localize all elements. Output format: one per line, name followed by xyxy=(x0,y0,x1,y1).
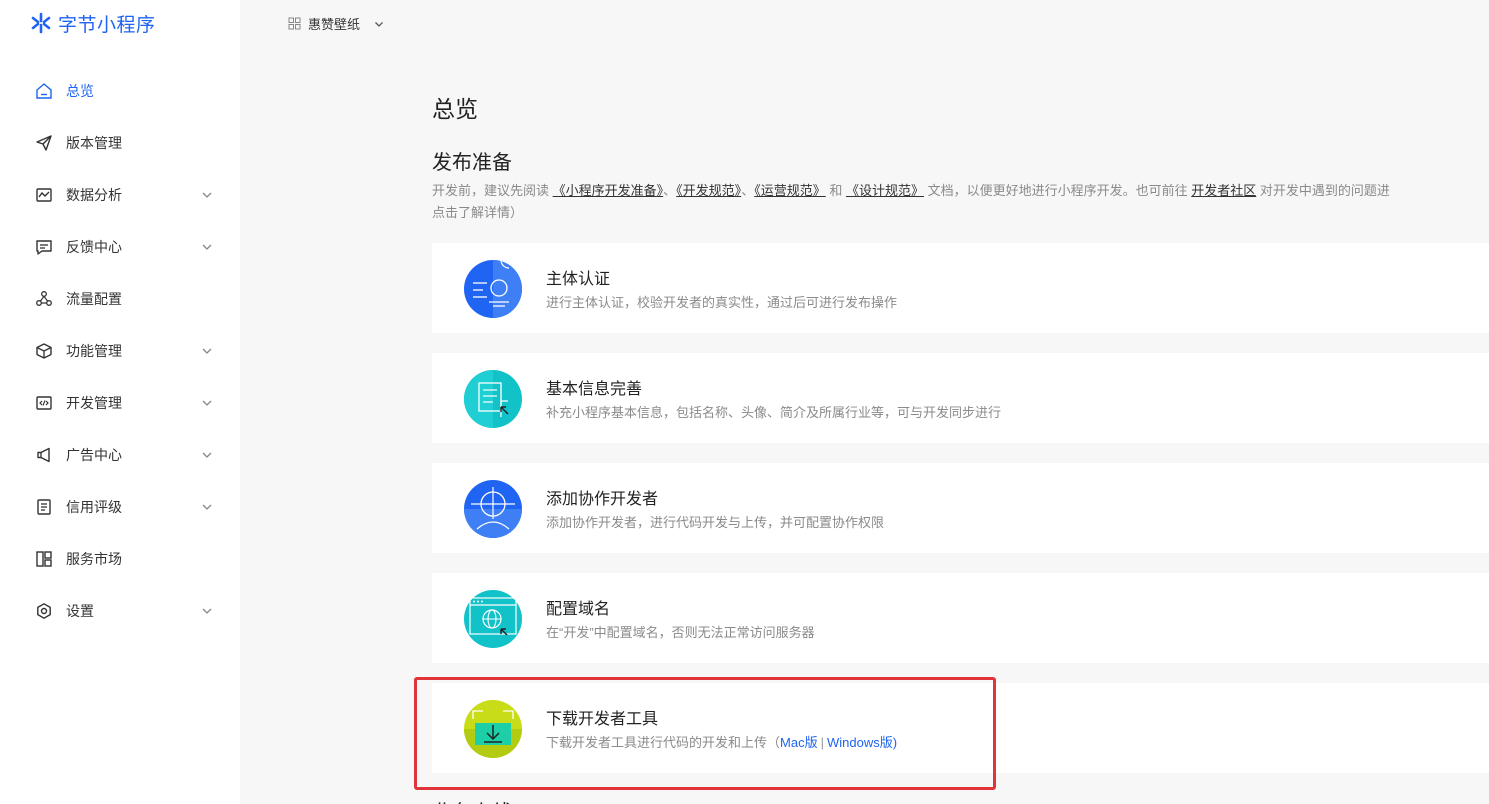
sidebar: 字节小程序 总览 版本管理 数据分析 反馈中心 流量配置 功能管理 开发管理 广… xyxy=(0,0,240,804)
collaborator-icon xyxy=(463,479,523,539)
download-windows-link[interactable]: Windows版 xyxy=(827,735,893,750)
chevron-down-icon xyxy=(375,21,383,27)
intro-text: 开发前，建议先阅读 《小程序开发准备》、《开发规范》、《运营规范》 和 《设计规… xyxy=(432,180,1489,224)
grid-icon xyxy=(34,549,54,569)
chevron-down-icon xyxy=(202,452,212,458)
link-separator: | xyxy=(820,735,824,750)
card-description: 进行主体认证，校验开发者的真实性，通过后可进行发布操作 xyxy=(546,295,898,310)
card-title: 添加协作开发者 xyxy=(546,491,659,508)
intro-text-part: 、 xyxy=(663,183,677,198)
link-dev-spec[interactable]: 《开发规范》 xyxy=(676,183,741,198)
domain-icon xyxy=(463,589,523,649)
megaphone-icon xyxy=(34,445,54,465)
sidebar-item-label: 总览 xyxy=(66,83,94,99)
card-description: 添加协作开发者，进行代码开发与上传，并可配置协作权限 xyxy=(546,515,885,530)
sidebar-item-label: 反馈中心 xyxy=(66,239,122,255)
sidebar-item-label: 服务市场 xyxy=(66,551,122,567)
card-description: 补充小程序基本信息，包括名称、头像、简介及所属行业等，可与开发同步进行 xyxy=(546,405,1002,420)
card-download-devtools[interactable]: 下载开发者工具 下载开发者工具进行代码的开发和上传（Mac版 | Windows版) xyxy=(432,683,1489,773)
sidebar-item-label: 开发管理 xyxy=(66,395,122,411)
sidebar-item-label: 设置 xyxy=(66,603,94,619)
traffic-icon xyxy=(34,289,54,309)
send-icon xyxy=(34,133,54,153)
intro-text-part: 对开发中遇到的问题进 xyxy=(1256,183,1390,198)
sidebar-item-ads[interactable]: 广告中心 xyxy=(34,441,219,469)
section-title: 发布准备 xyxy=(432,152,512,174)
card-title: 下载开发者工具 xyxy=(546,711,659,728)
intro-text-part: 开发前，建议先阅读 xyxy=(432,183,550,198)
chevron-down-icon xyxy=(202,244,212,250)
card-title: 基本信息完善 xyxy=(546,381,643,398)
brand-logo[interactable]: 字节小程序 xyxy=(30,11,156,36)
chevron-down-icon xyxy=(202,608,212,614)
card-description-close: ) xyxy=(892,735,898,750)
download-tool-icon xyxy=(463,699,523,759)
code-icon xyxy=(34,393,54,413)
card-description-text: 下载开发者工具进行代码的开发和上传（ xyxy=(546,735,781,750)
sidebar-item-label: 数据分析 xyxy=(66,187,122,203)
sidebar-item-market[interactable]: 服务市场 xyxy=(34,545,219,573)
card-title: 配置域名 xyxy=(546,601,611,618)
card-configure-domain[interactable]: 配置域名 在“开发”中配置域名，否则无法正常访问服务器 xyxy=(432,573,1489,663)
intro-text-part: 点击了解详情） xyxy=(432,205,524,220)
card-description: 下载开发者工具进行代码的开发和上传（Mac版 | Windows版) xyxy=(546,732,897,751)
sidebar-item-credit[interactable]: 信用评级 xyxy=(34,493,219,521)
app-grid-icon xyxy=(288,17,301,30)
app-selector[interactable]: 惠赞壁纸 xyxy=(288,14,385,33)
identity-icon xyxy=(463,259,523,319)
sidebar-item-feedback[interactable]: 反馈中心 xyxy=(34,233,219,261)
document-icon xyxy=(34,497,54,517)
card-title: 主体认证 xyxy=(546,271,611,288)
chevron-down-icon xyxy=(202,348,212,354)
intro-text-part: 、 xyxy=(741,183,755,198)
card-basic-info[interactable]: 基本信息完善 补充小程序基本信息，包括名称、头像、简介及所属行业等，可与开发同步… xyxy=(432,353,1489,443)
sidebar-item-traffic[interactable]: 流量配置 xyxy=(34,285,219,313)
chevron-down-icon xyxy=(202,504,212,510)
cube-icon xyxy=(34,341,54,361)
sidebar-item-label: 流量配置 xyxy=(66,291,122,307)
intro-text-part: 和 xyxy=(825,183,846,198)
brand-name: 字节小程序 xyxy=(58,14,156,36)
profile-info-icon xyxy=(463,369,523,429)
sidebar-item-label: 功能管理 xyxy=(66,343,122,359)
card-description: 在“开发”中配置域名，否则无法正常访问服务器 xyxy=(546,625,815,640)
sidebar-item-settings[interactable]: 设置 xyxy=(34,597,219,625)
sidebar-item-development[interactable]: 开发管理 xyxy=(34,389,219,417)
settings-icon xyxy=(34,601,54,621)
chart-icon xyxy=(34,185,54,205)
intro-text-part: 文档，以便更好地进行小程序开发。也可前往 xyxy=(923,183,1192,198)
sidebar-item-label: 信用评级 xyxy=(66,499,122,515)
link-ops-spec[interactable]: 《运营规范》 xyxy=(754,183,826,198)
next-section-title: 业务上线 xyxy=(432,796,512,804)
card-add-collaborator[interactable]: 添加协作开发者 添加协作开发者，进行代码开发与上传，并可配置协作权限 xyxy=(432,463,1489,553)
home-icon xyxy=(34,81,54,101)
link-design-spec[interactable]: 《设计规范》 xyxy=(846,183,924,198)
link-dev-prep[interactable]: 《小程序开发准备》 xyxy=(553,183,664,198)
download-mac-link[interactable]: Mac版 xyxy=(780,735,818,750)
sidebar-item-analytics[interactable]: 数据分析 xyxy=(34,181,219,209)
sidebar-item-label: 广告中心 xyxy=(66,447,122,463)
card-entity-verification[interactable]: 主体认证 进行主体认证，校验开发者的真实性，通过后可进行发布操作 xyxy=(432,243,1489,333)
app-name: 惠赞壁纸 xyxy=(308,17,361,32)
chevron-down-icon xyxy=(202,400,212,406)
sidebar-item-overview[interactable]: 总览 xyxy=(34,77,219,105)
sidebar-item-version[interactable]: 版本管理 xyxy=(34,129,219,157)
link-dev-community[interactable]: 开发者社区 xyxy=(1191,183,1256,198)
bytedance-logo-icon xyxy=(31,12,51,34)
page-title: 总览 xyxy=(432,96,478,122)
sidebar-item-label: 版本管理 xyxy=(66,135,122,151)
chevron-down-icon xyxy=(202,192,212,198)
message-icon xyxy=(34,237,54,257)
sidebar-item-features[interactable]: 功能管理 xyxy=(34,337,219,365)
